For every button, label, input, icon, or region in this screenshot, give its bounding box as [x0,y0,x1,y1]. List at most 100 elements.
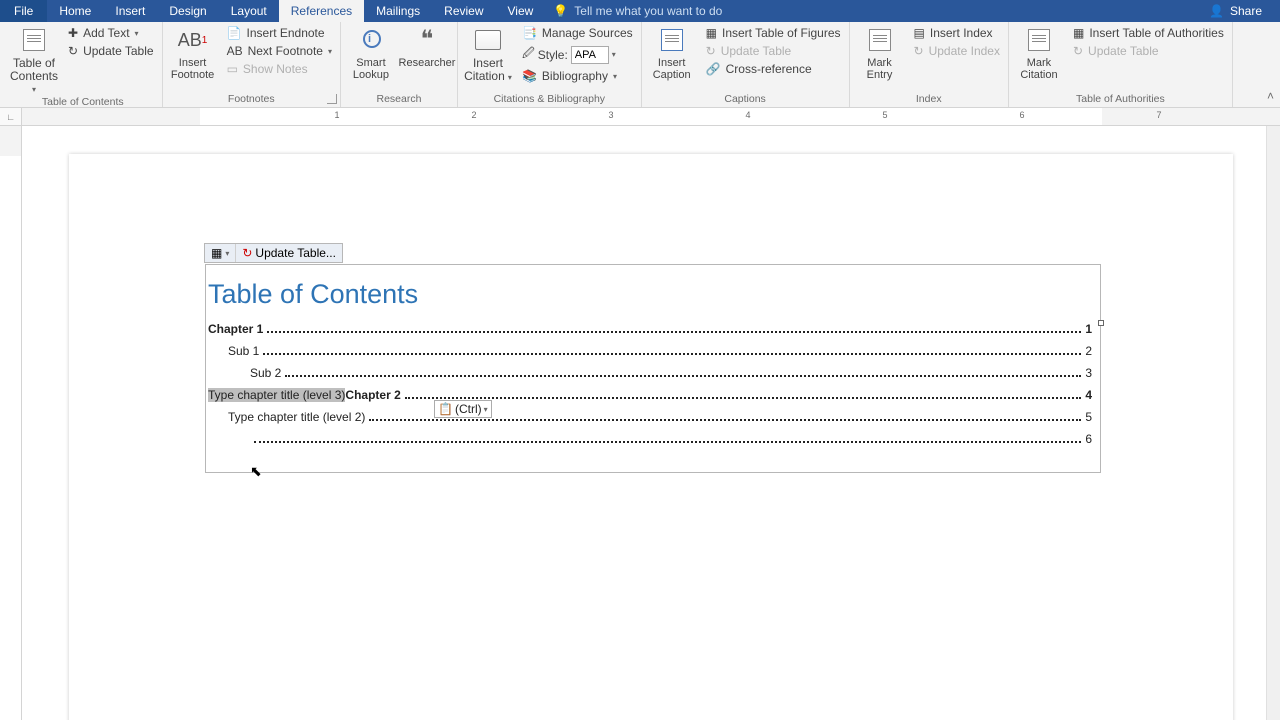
tab-layout[interactable]: Layout [219,0,279,22]
cross-reference-button[interactable]: 🔗Cross-reference [703,61,844,77]
style-label: Style: [538,48,568,62]
insert-citation-button[interactable]: Insert Citation ▾ [463,25,513,84]
tab-insert[interactable]: Insert [103,0,157,22]
captions-update-button[interactable]: ↻Update Table [703,43,844,59]
researcher-icon: ❝ [421,25,434,55]
bibliography-button[interactable]: 📚Bibliography ▾ [519,68,636,84]
toc-entry[interactable]: Type chapter title (level 2) 5 📋 (Ctrl) … [208,410,1092,424]
tab-design[interactable]: Design [157,0,218,22]
ruler-num: 6 [1019,110,1024,120]
tab-review[interactable]: Review [432,0,495,22]
show-notes-button[interactable]: ▭Show Notes [224,61,335,77]
insert-toa-button[interactable]: ▦Insert Table of Authorities [1070,25,1227,41]
toc-entry-page: 2 [1085,344,1092,358]
vertical-scrollbar[interactable] [1266,126,1280,720]
tab-view[interactable]: View [496,0,546,22]
edit-area: ▦ ▾ ↻ Update Table... Table of Contents … [0,126,1280,720]
next-footnote-button[interactable]: ABNext Footnote ▾ [224,43,335,59]
manage-sources-icon: 📑 [522,26,537,40]
document-scroll: ▦ ▾ ↻ Update Table... Table of Contents … [22,126,1280,720]
document-body[interactable]: ▦ ▾ ↻ Update Table... Table of Contents … [69,154,1233,513]
tab-mailings[interactable]: Mailings [364,0,432,22]
insert-citation-label: Insert Citation ▾ [464,57,512,84]
toc-entry-page: 6 [1085,432,1092,446]
toc-entry-text: Chapter 1 [208,322,263,336]
group-footnotes: AB1 Insert Footnote 📄Insert Endnote ABNe… [163,22,341,107]
mark-entry-icon [869,25,891,55]
mark-entry-button[interactable]: Mark Entry [855,25,905,81]
toc-button[interactable]: Table of Contents ▾ [9,25,59,96]
researcher-button[interactable]: ❝ Researcher [402,25,452,69]
manage-sources-button[interactable]: 📑Manage Sources [519,25,636,41]
share-button[interactable]: 👤 Share [1201,0,1270,22]
mark-entry-label: Mark Entry [867,57,893,81]
toc-entry[interactable]: 6 [208,432,1092,446]
toc-field-update-label: Update Table... [255,246,336,260]
toc-entry[interactable]: Sub 2 3 [208,366,1092,380]
ruler-row: ∟ 1 2 3 4 5 6 7 [0,108,1280,126]
mark-citation-icon [1028,25,1050,55]
tab-selector[interactable]: ∟ [0,108,22,125]
next-footnote-icon: AB [227,44,243,58]
paste-icon: 📋 [438,402,453,416]
group-label-captions: Captions [647,93,844,106]
tell-me-search[interactable]: 💡 Tell me what you want to do [553,0,722,22]
smart-lookup-icon: i [360,25,382,55]
insert-footnote-label: Insert Footnote [171,57,214,81]
tab-references[interactable]: References [279,0,364,22]
footnotes-dialog-launcher[interactable] [327,94,337,104]
update-index-icon: ↻ [914,44,924,58]
toc-leader [254,441,1081,443]
insert-table-figures-button[interactable]: ▦Insert Table of Figures [703,25,844,41]
insert-index-button[interactable]: ▤Insert Index [911,25,1003,41]
share-icon: 👤 [1209,4,1224,18]
mark-citation-button[interactable]: Mark Citation [1014,25,1064,81]
toc-icon [23,25,45,55]
paste-tag-label: (Ctrl) [455,402,482,416]
footnote-icon: AB1 [178,25,208,55]
paste-options-tag[interactable]: 📋 (Ctrl) ▾ [434,400,492,418]
cross-reference-icon: 🔗 [706,62,721,76]
style-select[interactable] [571,46,609,64]
researcher-label: Researcher [399,57,456,69]
smart-lookup-button[interactable]: i Smart Lookup [346,25,396,81]
toc-leader [267,331,1081,333]
group-captions: Insert Caption ▦Insert Table of Figures … [642,22,850,107]
ruler-num: 3 [608,110,613,120]
insert-index-icon: ▤ [914,26,925,40]
toc-field-update-button[interactable]: ↻ Update Table... [236,244,342,262]
toc-entry-text: Sub 1 [208,344,259,358]
insert-endnote-button[interactable]: 📄Insert Endnote [224,25,335,41]
update-toa-button[interactable]: ↻Update Table [1070,43,1227,59]
field-resize-handle[interactable] [1098,320,1104,326]
toc-label: Table of Contents ▾ [9,57,59,96]
toc-entry-text: Chapter 2 [345,388,400,402]
tab-home[interactable]: Home [47,0,103,22]
style-dropdown-icon[interactable]: ▾ [612,50,616,59]
toc-entry[interactable]: Sub 1 2 [208,344,1092,358]
toc-entry[interactable]: Type chapter title (level 3) Chapter 2 4 [208,388,1092,402]
citation-style-row: 🖉 Style: ▾ [519,43,636,66]
group-label-authorities: Table of Authorities [1014,93,1227,106]
lightbulb-icon: 💡 [553,4,568,18]
mark-citation-label: Mark Citation [1020,57,1057,81]
add-text-button[interactable]: ✚Add Text ▾ [65,25,157,41]
ruler-num: 7 [1156,110,1161,120]
tell-me-label: Tell me what you want to do [574,4,722,18]
insert-caption-label: Insert Caption [653,57,691,81]
update-table-button[interactable]: ↻Update Table [65,43,157,59]
insert-caption-button[interactable]: Insert Caption [647,25,697,81]
group-label-citations: Citations & Bibliography [463,93,636,106]
toc-field[interactable]: ▦ ▾ ↻ Update Table... Table of Contents … [205,264,1101,473]
toc-entry[interactable]: Chapter 1 1 [208,322,1092,336]
vertical-ruler[interactable] [0,126,22,720]
tab-file[interactable]: File [0,0,47,22]
group-label-index: Index [855,93,1003,106]
toc-leader [285,375,1081,377]
collapse-ribbon-icon[interactable]: ˄ [1267,89,1274,103]
update-index-button[interactable]: ↻Update Index [911,43,1003,59]
toc-field-menu[interactable]: ▦ ▾ [205,244,236,262]
insert-footnote-button[interactable]: AB1 Insert Footnote [168,25,218,81]
horizontal-ruler[interactable]: 1 2 3 4 5 6 7 [22,108,1280,125]
group-toc: Table of Contents ▾ ✚Add Text ▾ ↻Update … [4,22,163,107]
